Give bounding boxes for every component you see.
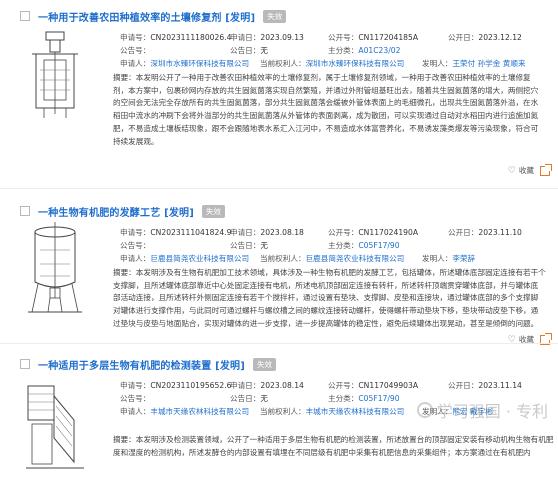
app-no: CN2023110195652.6 bbox=[150, 381, 232, 390]
patent-drawing-thumbnail[interactable] bbox=[22, 376, 88, 476]
grant-date: 无 bbox=[260, 46, 268, 55]
app-no-label: 申请号： bbox=[120, 228, 151, 237]
app-date: 2023.09.13 bbox=[260, 33, 304, 42]
inventor-link[interactable]: 李荣辞 bbox=[452, 254, 475, 263]
status-badge: 失效 bbox=[263, 9, 287, 23]
holder-link[interactable]: 丰城市天缘农林科技有限公司 bbox=[306, 407, 405, 416]
abstract-line: 过垫块与皮垫与地面贴合，实现对罐体的进一步支撑，进一步提高罐体的稳定性，避免后续… bbox=[113, 318, 539, 328]
pub-no: CN117049903A bbox=[358, 381, 419, 390]
applicant-label: 申请人： bbox=[120, 59, 151, 68]
record-title-row: 一种适用于多层生物有机肥的检测装置 [发明] 失效 bbox=[20, 356, 277, 372]
abstract-line: 支撑脚，且所述罐体底部靠近中心处固定连接有电机，所述电机顶部固定连接有转杆，所述… bbox=[113, 280, 539, 290]
app-date-label: 申请日： bbox=[230, 228, 261, 237]
grant-no-label: 公告号： bbox=[120, 46, 151, 55]
grant-no-label: 公告号： bbox=[120, 394, 151, 403]
app-no-label: 申请号： bbox=[120, 33, 151, 42]
grant-date: 无 bbox=[260, 394, 268, 403]
applicant-link[interactable]: 丰城市天缘农林科技有限公司 bbox=[150, 407, 249, 416]
ipc-link[interactable]: C05F17/90 bbox=[358, 394, 399, 403]
divider bbox=[0, 188, 558, 189]
abstract-line: 肥，不易造成土壤板结现象，跟不会跟随地表水系汇入江河中，不易造成水体富营养化，不… bbox=[113, 123, 539, 133]
ipc-label: 主分类： bbox=[328, 394, 359, 403]
inventor-link[interactable]: 王荣付 孙学金 黄顺来 bbox=[452, 59, 525, 68]
abstract-line: 稻田中流水的冲刷下会将外溢部分的共生固氮菌落从外管体的表面剥离，成为散团，可以实… bbox=[113, 111, 539, 121]
record-actions: ♡ 收藏 bbox=[508, 163, 552, 176]
divider bbox=[0, 343, 558, 344]
abstract-line: 部活动连接，且所述转杆外侧固定连接有若干个搅拌杆，通过设置有垫块、支撑脚、皮垫和… bbox=[113, 293, 539, 303]
abstract-line: 剂，本方案中，包裹砂网内存放的共生固氮菌落实现自然繁殖，并通过外附管组基旺出去，… bbox=[113, 85, 539, 95]
holder-label: 当前权利人： bbox=[260, 59, 306, 68]
abstract-line: 摘要：本发明公开了一种用于改善农田种植效率的土壤修复剂，属于土壤修复剂领域，一种… bbox=[113, 73, 531, 82]
pub-date: 2023.11.14 bbox=[478, 381, 522, 390]
abstract-line: 持续发展观。 bbox=[113, 136, 159, 146]
app-date: 2023.08.14 bbox=[260, 381, 304, 390]
abstract-line: 摘要：本发明涉及有生物有机肥加工技术领域，具体涉及一种生物有机肥的发酵工艺，包括… bbox=[113, 268, 546, 277]
pub-no-label: 公开号： bbox=[328, 33, 359, 42]
app-date: 2023.08.18 bbox=[260, 228, 304, 237]
favorite-button[interactable]: ♡ 收藏 bbox=[508, 165, 534, 176]
watermark-text: 学习强国 · 专利 bbox=[436, 402, 548, 421]
abstract: 摘要：本发明涉及有生物有机肥加工技术领域，具体涉及一种生物有机肥的发酵工艺，包括… bbox=[113, 267, 558, 331]
applicant-link[interactable]: 深圳市水臻环保科技有限公司 bbox=[150, 59, 249, 68]
patent-record: 一种生物有机肥的发酵工艺 [发明] 失效 申请号：CN2023111041824… bbox=[0, 195, 558, 345]
app-date-label: 申请日： bbox=[230, 33, 261, 42]
record-title-row: 一种用于改善农田种植效率的土壤修复剂 [发明] 失效 bbox=[20, 8, 287, 24]
abstract-line: 摘要：本发明涉及检测装置领域，公开了一种适用于多层生物有机肥的检测装置，所述放置… bbox=[113, 435, 554, 444]
heart-icon: ♡ bbox=[507, 165, 516, 176]
status-badge: 失效 bbox=[253, 357, 277, 371]
grant-date-label: 公告日： bbox=[230, 241, 261, 250]
applicant-label: 申请人： bbox=[120, 407, 151, 416]
abstract: 摘要：本发明公开了一种用于改善农田种植效率的土壤修复剂，属于土壤修复剂领域，一种… bbox=[113, 72, 558, 148]
favorite-label: 收藏 bbox=[518, 166, 534, 175]
status-badge: 失效 bbox=[202, 204, 226, 218]
inventor-label: 发明人： bbox=[422, 254, 453, 263]
app-no: CN2023111041824.9 bbox=[150, 228, 232, 237]
pub-date-label: 公开日： bbox=[448, 228, 479, 237]
pub-no-label: 公开号： bbox=[328, 228, 359, 237]
grant-date: 无 bbox=[260, 241, 268, 250]
grant-date-label: 公告日： bbox=[230, 46, 261, 55]
record-meta: 申请号：CN2023111041824.9 申请日：2023.08.18 公开号… bbox=[120, 227, 558, 267]
patent-title-link[interactable]: 一种生物有机肥的发酵工艺 [发明] bbox=[38, 204, 194, 219]
pub-date: 2023.12.12 bbox=[478, 33, 522, 42]
patent-drawing-thumbnail[interactable] bbox=[22, 220, 88, 320]
grant-date-label: 公告日： bbox=[230, 394, 261, 403]
pub-date: 2023.11.10 bbox=[478, 228, 522, 237]
holder-label: 当前权利人： bbox=[260, 254, 306, 263]
abstract-line: 的空间会无法完全存放所有的共生固氮菌落，部分共生固氮菌落会缓被外管体表面上的毛细… bbox=[113, 98, 539, 108]
ipc-link[interactable]: C05F17/90 bbox=[358, 241, 399, 250]
record-title-row: 一种生物有机肥的发酵工艺 [发明] 失效 bbox=[20, 203, 226, 219]
patent-record: 一种用于改善农田种植效率的土壤修复剂 [发明] 失效 申请号：CN2023111… bbox=[0, 0, 558, 176]
inventor-label: 发明人： bbox=[422, 59, 453, 68]
applicant-link[interactable]: 巨鹿县简尧农业科技有限公司 bbox=[150, 254, 249, 263]
applicant-label: 申请人： bbox=[120, 254, 151, 263]
app-no: CN2023111180026.4 bbox=[150, 33, 232, 42]
holder-label: 当前权利人： bbox=[260, 407, 306, 416]
watermark-logo-icon bbox=[416, 402, 433, 418]
select-checkbox[interactable] bbox=[20, 11, 30, 21]
abstract-line: 对罐体进行支撑作用，与此同时可通过螺杆与螺纹槽之间的螺纹连接转动螺杆，使得螺杆带… bbox=[113, 306, 539, 316]
select-checkbox[interactable] bbox=[20, 359, 30, 369]
pub-date-label: 公开日： bbox=[448, 381, 479, 390]
pub-no: CN117204185A bbox=[358, 33, 419, 42]
ipc-link[interactable]: A01C23/02 bbox=[358, 46, 400, 55]
holder-link[interactable]: 巨鹿县简尧农业科技有限公司 bbox=[306, 254, 405, 263]
abstract-line: 度和湿度的检测机构，所述发酵仓的内部设置有填埋在不同层级有机肥中采集有机肥信息的… bbox=[113, 447, 531, 457]
pub-no-label: 公开号： bbox=[328, 381, 359, 390]
app-no-label: 申请号： bbox=[120, 381, 151, 390]
app-date-label: 申请日： bbox=[230, 381, 261, 390]
grant-no-label: 公告号： bbox=[120, 241, 151, 250]
ipc-label: 主分类： bbox=[328, 46, 359, 55]
patent-drawing-thumbnail[interactable] bbox=[22, 30, 88, 122]
patent-title-link[interactable]: 一种适用于多层生物有机肥的检测装置 [发明] bbox=[38, 357, 245, 372]
patent-title-link[interactable]: 一种用于改善农田种植效率的土壤修复剂 [发明] bbox=[38, 9, 255, 24]
export-icon[interactable] bbox=[540, 163, 552, 176]
pub-no: CN117024190A bbox=[358, 228, 419, 237]
watermark: 学习强国 · 专利 bbox=[416, 398, 548, 422]
holder-link[interactable]: 深圳市水臻环保科技有限公司 bbox=[306, 59, 405, 68]
ipc-label: 主分类： bbox=[328, 241, 359, 250]
pub-date-label: 公开日： bbox=[448, 33, 479, 42]
abstract: 摘要：本发明涉及检测装置领域，公开了一种适用于多层生物有机肥的检测装置，所述放置… bbox=[113, 434, 558, 459]
select-checkbox[interactable] bbox=[20, 206, 30, 216]
